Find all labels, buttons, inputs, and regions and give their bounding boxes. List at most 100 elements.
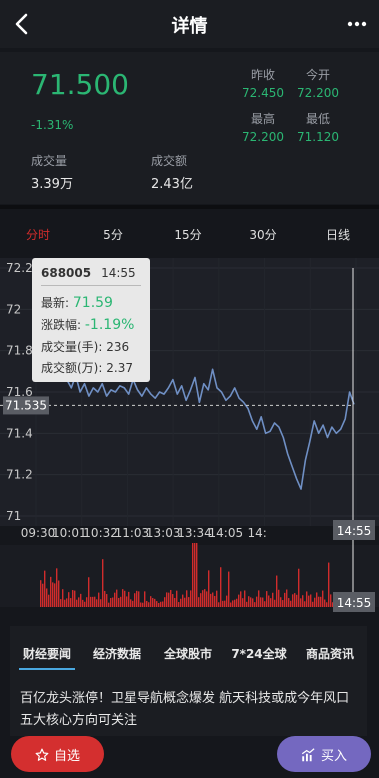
volume-bar: [216, 590, 218, 607]
tooltip-code: 688005: [41, 266, 92, 280]
volume-bar: [84, 601, 86, 607]
volume: 成交量 3.39万: [31, 152, 73, 192]
last-price: 71.500: [31, 68, 129, 101]
period-tabs: 分时 5分 15分 30分 日线: [0, 218, 379, 248]
volume-bar: [160, 601, 162, 607]
volume-bar: [54, 583, 56, 607]
volume-bar: [88, 577, 90, 607]
volume-bar: [298, 568, 300, 607]
volume-bar: [62, 589, 64, 607]
y-tick-label: 71.4: [6, 426, 33, 440]
volume-bar: [52, 582, 54, 607]
volume-bar: [50, 576, 52, 607]
volume-bar: [300, 598, 302, 607]
tooltip-amount: 成交额(万): 2.37: [41, 359, 133, 376]
volume-bar: [310, 594, 312, 607]
tooltip-amount-value: 2.37: [106, 361, 133, 375]
low: 最低 71.120: [292, 110, 344, 144]
volume-bar: [44, 570, 46, 607]
volume-bar: [328, 562, 330, 607]
volume-bar: [138, 591, 140, 607]
volume-bar: [104, 590, 106, 607]
volume-bar: [196, 543, 198, 607]
news-tab-economic-data[interactable]: 经济数据: [93, 645, 141, 662]
news-tab-global-live[interactable]: 7*24全球: [231, 645, 286, 662]
volume-bar: [268, 595, 270, 607]
tooltip-change-label: 涨跌幅:: [41, 318, 82, 332]
more-button[interactable]: [345, 14, 369, 34]
volume-bar: [312, 601, 314, 607]
volume-bar: [266, 591, 268, 607]
change-percent: -1.31%: [31, 118, 74, 132]
volume-bar: [70, 598, 72, 607]
tab-30min[interactable]: 30分: [249, 226, 276, 243]
more-dots-icon: [347, 21, 367, 27]
volume-bar: [276, 575, 278, 607]
prev-close-label: 昨收: [250, 68, 275, 82]
volume-bar: [142, 602, 144, 607]
volume-bar: [102, 559, 104, 607]
y-tick-label: 71: [6, 509, 21, 523]
amount-value: 2.43亿: [151, 177, 193, 192]
volume-bar: [178, 602, 180, 607]
volume-bar: [48, 594, 50, 607]
volume-bar: [250, 597, 252, 607]
tab-5min[interactable]: 5分: [103, 226, 123, 243]
news-tab-commodities[interactable]: 商品资讯: [306, 645, 354, 662]
volume-bar: [232, 600, 234, 607]
x-tick-label: 11:03: [115, 526, 150, 540]
volume-bar: [282, 600, 284, 607]
news-tab-headlines[interactable]: 财经要闻: [23, 645, 71, 662]
volume-bar: [206, 591, 208, 607]
tab-intraday[interactable]: 分时: [26, 226, 50, 243]
data-tooltip: 688005 14:55 最新: 71.59 涨跌幅: -1.19% 成交量(手)…: [32, 258, 150, 382]
volume-bar: [172, 594, 174, 607]
buy-button[interactable]: 买入: [277, 736, 371, 772]
volume-bar: [192, 543, 194, 607]
chart-icon: [301, 748, 315, 762]
volume-bar: [90, 596, 92, 607]
volume-bar: [100, 599, 102, 607]
volume-bar: [208, 570, 210, 607]
volume-bar: [82, 599, 84, 607]
volume-bar: [256, 596, 258, 607]
y-tick-label: 72.2: [6, 261, 33, 275]
volume-bar: [308, 595, 310, 607]
tab-daily[interactable]: 日线: [326, 226, 350, 243]
volume-bar: [98, 592, 100, 607]
volume-bar: [182, 594, 184, 607]
volume-bar: [162, 601, 164, 607]
news-tab-global-stocks[interactable]: 全球股市: [164, 645, 212, 662]
volume-bar: [202, 590, 204, 607]
volume-bar: [130, 599, 132, 607]
volume-bar: [200, 593, 202, 607]
prev-close-value: 72.450: [242, 86, 284, 100]
volume-bar: [326, 602, 328, 607]
volume-bar: [184, 597, 186, 607]
news-headline[interactable]: 百亿龙头涨停！卫星导航概念爆发 航天科技或成今年风口 五大核心方向可关注: [20, 688, 350, 732]
tooltip-time: 14:55: [101, 266, 136, 280]
volume-bar: [274, 599, 276, 607]
volume-bar: [278, 589, 280, 607]
add-watchlist-button[interactable]: 自选: [11, 736, 104, 772]
volume-bar: [190, 590, 192, 607]
volume-bar: [286, 589, 288, 607]
volume-bar: [294, 593, 296, 607]
volume-bar: [230, 602, 232, 607]
volume-bar: [224, 600, 226, 607]
volume-bar: [150, 596, 152, 607]
volume-bar: [168, 592, 170, 607]
volume-bar: [262, 597, 264, 607]
volume-bar: [302, 595, 304, 607]
y-tick-label: 72: [6, 302, 21, 316]
volume-bar: [164, 597, 166, 607]
volume-bar: [156, 601, 158, 607]
y-tick-label: 71.2: [6, 468, 33, 482]
volume-bar: [152, 598, 154, 607]
volume-bar: [148, 602, 150, 607]
volume-bar: [292, 594, 294, 607]
volume-bar: [60, 599, 62, 607]
volume-bar: [218, 602, 220, 607]
volume-bar: [204, 589, 206, 607]
tab-15min[interactable]: 15分: [174, 226, 201, 243]
